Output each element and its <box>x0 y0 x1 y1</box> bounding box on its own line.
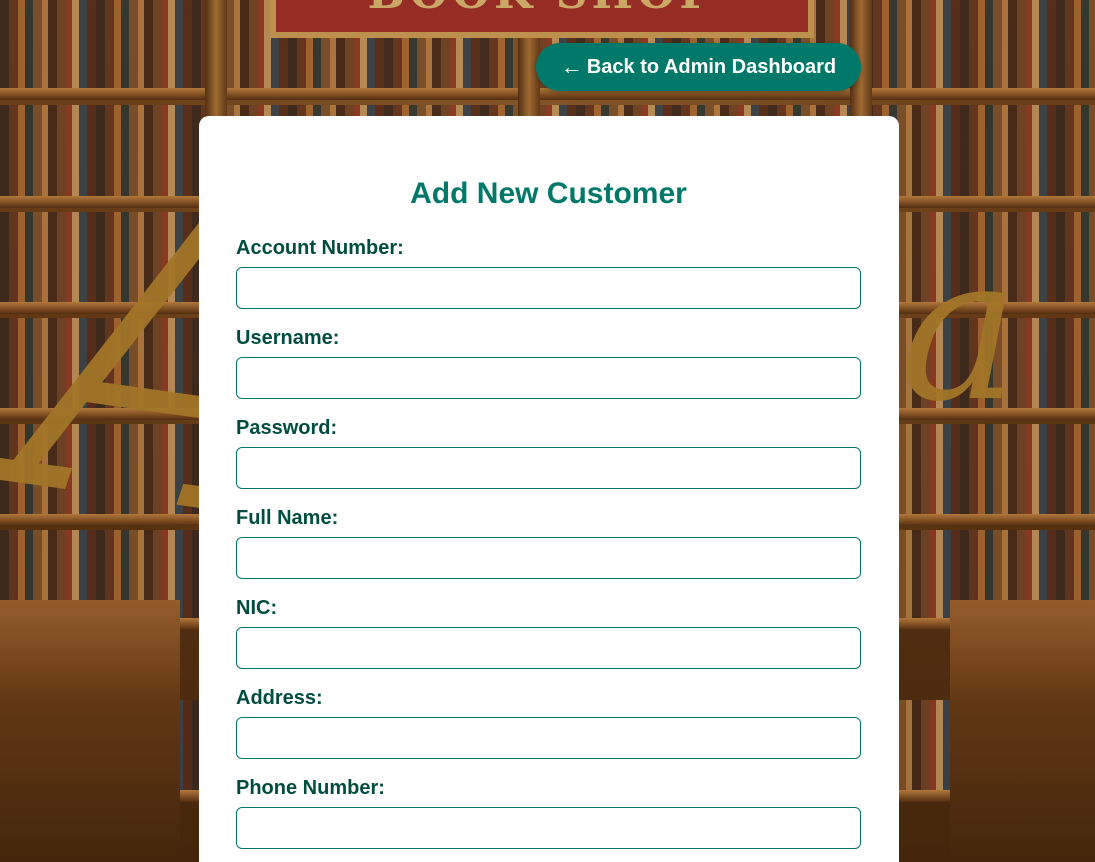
full-name-label: Full Name: <box>236 507 339 529</box>
full-name-field: Full Name: <box>236 506 861 579</box>
left-arrow-icon: ← <box>560 54 583 79</box>
form-title: Add New Customer <box>410 177 687 210</box>
back-button-label: Back to Admin Dashboard <box>586 55 837 78</box>
phone-number-field: Phone Number: <box>236 776 861 849</box>
account-number-field: Account Number: <box>236 236 861 309</box>
nic-field: NIC: <box>236 596 861 669</box>
nic-label: NIC: <box>236 597 278 619</box>
username-field: Username: <box>236 326 861 399</box>
username-label: Username: <box>236 327 340 349</box>
password-field: Password: <box>236 416 861 489</box>
address-input[interactable] <box>236 717 861 759</box>
add-customer-form-card: Add New Customer Account Number: Usernam… <box>199 116 899 862</box>
password-input[interactable] <box>236 447 861 489</box>
username-input[interactable] <box>236 357 861 399</box>
address-field: Address: <box>236 686 861 759</box>
back-to-dashboard-button[interactable]: ← Back to Admin Dashboard <box>536 43 861 91</box>
phone-number-input[interactable] <box>236 807 861 849</box>
password-label: Password: <box>236 417 338 439</box>
nic-input[interactable] <box>236 627 861 669</box>
full-name-input[interactable] <box>236 537 861 579</box>
account-number-label: Account Number: <box>236 237 404 259</box>
phone-number-label: Phone Number: <box>236 777 385 799</box>
address-label: Address: <box>236 687 323 709</box>
account-number-input[interactable] <box>236 267 861 309</box>
